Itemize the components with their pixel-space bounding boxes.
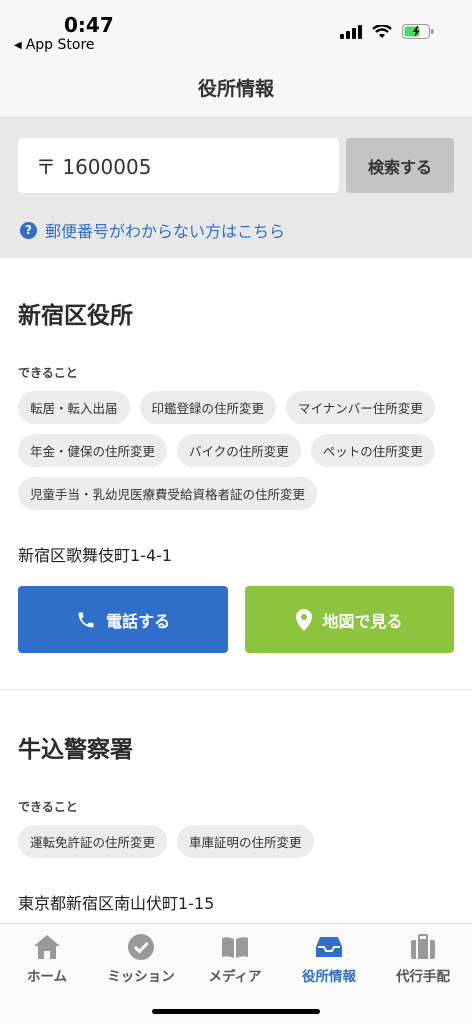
page-title: 役所情報 xyxy=(197,78,274,100)
capability-tag: 転居・転入出届 xyxy=(18,391,130,424)
capabilities-label: できること xyxy=(18,800,78,814)
call-button-label: 電話する xyxy=(105,611,170,631)
capability-tag: 年金・健保の住所変更 xyxy=(18,434,168,467)
back-to-app-store[interactable]: ◀ App Store xyxy=(14,37,95,53)
back-triangle-icon: ◀ xyxy=(14,39,22,51)
map-pin-icon xyxy=(296,608,313,631)
signal-icon xyxy=(340,24,362,39)
office-address: 東京都新宿区南山伏町1-15 xyxy=(18,894,215,913)
home-indicator xyxy=(152,1009,320,1014)
office-name: 新宿区役所 xyxy=(18,303,133,329)
capability-tag: 車庫証明の住所変更 xyxy=(177,825,314,858)
map-button[interactable]: 地図で見る xyxy=(245,586,454,653)
section-divider xyxy=(0,689,472,690)
tab-label: 代行手配 xyxy=(396,969,450,985)
search-button[interactable]: 検索する xyxy=(346,138,454,193)
postal-code-help-link[interactable]: ? 郵便番号がわからない方はこちら xyxy=(20,218,285,242)
capability-tag: マイナンバー住所変更 xyxy=(286,391,435,424)
check-circle-icon xyxy=(128,934,154,960)
office-address: 新宿区歌舞伎町1-4-1 xyxy=(18,546,173,565)
nav-bar: 役所情報 xyxy=(0,58,472,118)
office-name: 牛込警察署 xyxy=(18,737,133,763)
tab-label: ホーム xyxy=(26,969,68,985)
map-button-label: 地図で見る xyxy=(322,611,403,631)
tab-home[interactable]: ホーム xyxy=(0,932,94,985)
briefcase-icon xyxy=(411,934,435,959)
help-link-label: 郵便番号がわからない方はこちら xyxy=(45,222,286,241)
book-icon xyxy=(222,937,248,958)
office-card: 新宿区役所 できること 転居・転入出届 印鑑登録の住所変更 マイナンバー住所変更… xyxy=(0,296,472,566)
phone-icon xyxy=(78,612,94,627)
capability-tag: 児童手当・乳幼児医療費受給資格者証の住所変更 xyxy=(18,477,318,510)
capability-tag: ペットの住所変更 xyxy=(310,434,435,467)
tab-label: メディア xyxy=(208,969,262,985)
capability-tag: バイクの住所変更 xyxy=(177,434,301,467)
capability-tags: 運転免許証の住所変更 車庫証明の住所変更 xyxy=(18,825,454,858)
question-icon: ? xyxy=(20,221,37,239)
inbox-icon xyxy=(316,937,342,957)
capability-tags: 転居・転入出届 印鑑登録の住所変更 マイナンバー住所変更 年金・健保の住所変更 … xyxy=(18,391,454,510)
capabilities-label: できること xyxy=(18,366,78,380)
tab-agency[interactable]: 代行手配 xyxy=(376,932,470,985)
tab-media[interactable]: メディア xyxy=(188,932,282,985)
tab-label: ミッション xyxy=(107,969,175,985)
office-card: 牛込警察署 できること 運転免許証の住所変更 車庫証明の住所変更 東京都新宿区南… xyxy=(0,730,472,942)
battery-icon xyxy=(402,24,434,39)
search-area: 検索する ? 郵便番号がわからない方はこちら xyxy=(0,118,472,258)
postal-code-input[interactable] xyxy=(18,138,339,193)
tab-mission[interactable]: ミッション xyxy=(94,932,188,985)
back-app-label: App Store xyxy=(25,37,95,53)
capability-tag: 運転免許証の住所変更 xyxy=(18,825,168,858)
wifi-icon xyxy=(372,24,392,38)
status-bar: 0:47 ◀ App Store xyxy=(0,0,472,58)
tab-office-info[interactable]: 役所情報 xyxy=(282,932,376,985)
system-icons xyxy=(340,24,434,39)
home-icon xyxy=(34,935,60,959)
tab-label: 役所情報 xyxy=(302,969,356,985)
capability-tag: 印鑑登録の住所変更 xyxy=(139,391,277,424)
clock: 0:47 xyxy=(64,13,114,37)
call-button[interactable]: 電話する xyxy=(18,586,228,653)
